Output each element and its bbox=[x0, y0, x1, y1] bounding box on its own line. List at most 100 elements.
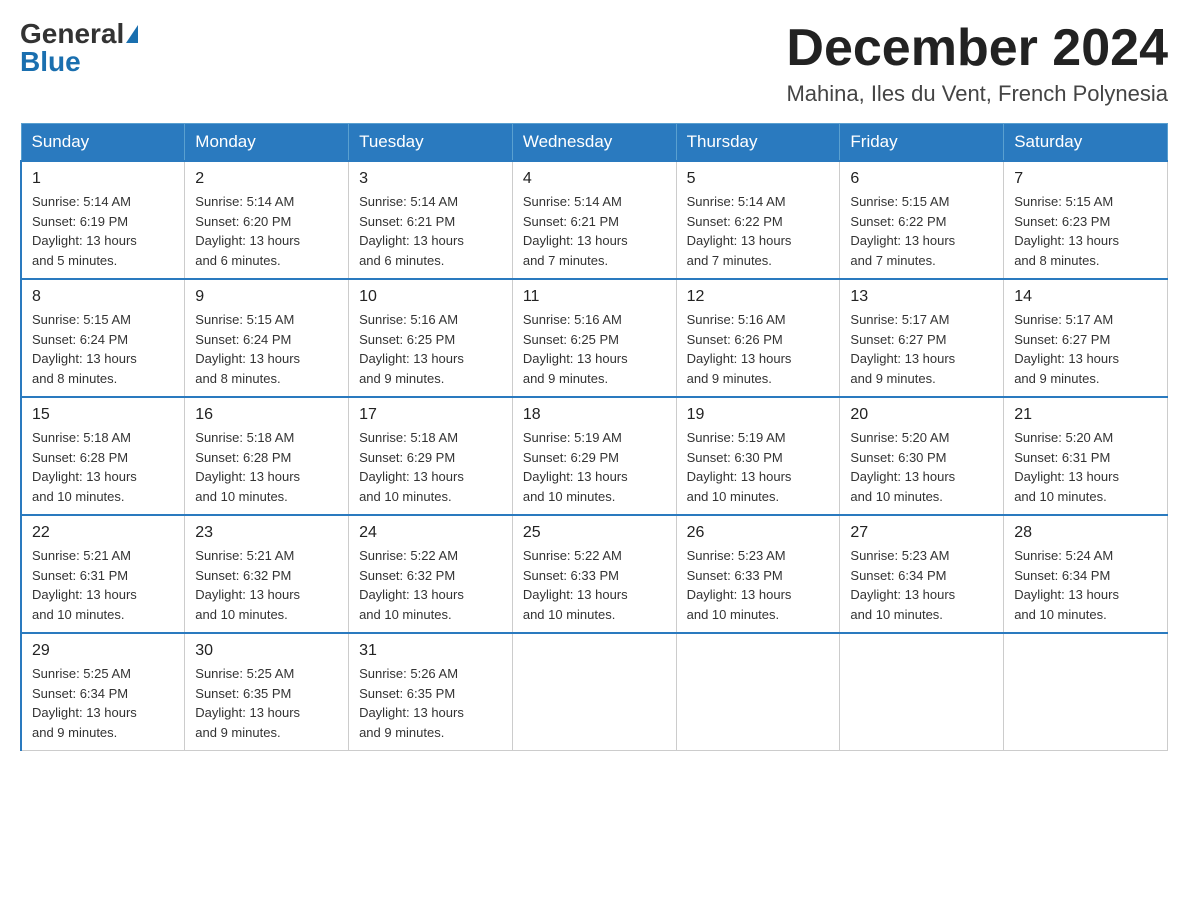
day-cell-26: 26Sunrise: 5:23 AMSunset: 6:33 PMDayligh… bbox=[676, 515, 840, 633]
day-cell-5: 5 Sunrise: 5:14 AMSunset: 6:22 PMDaylight… bbox=[676, 161, 840, 279]
day-cell-23: 23 Sunrise: 5:21 AMSunset: 6:32 PMDayligh… bbox=[185, 515, 349, 633]
weekday-header-row: SundayMondayTuesdayWednesdayThursdayFrid… bbox=[21, 124, 1168, 162]
day-cell-19: 19Sunrise: 5:19 AMSunset: 6:30 PMDayligh… bbox=[676, 397, 840, 515]
day-info: Sunrise: 5:25 AMSunset: 6:34 PMDaylight:… bbox=[32, 664, 174, 742]
day-cell-30: 30Sunrise: 5:25 AMSunset: 6:35 PMDayligh… bbox=[185, 633, 349, 751]
page-header: General Blue December 2024 Mahina, Iles … bbox=[20, 20, 1168, 107]
day-info: Sunrise: 5:14 AMSunset: 6:19 PMDaylight:… bbox=[32, 192, 174, 270]
day-info: Sunrise: 5:14 AMSunset: 6:21 PMDaylight:… bbox=[359, 192, 502, 270]
title-section: December 2024 Mahina, Iles du Vent, Fren… bbox=[786, 20, 1168, 107]
day-cell-14: 14 Sunrise: 5:17 AMSunset: 6:27 PMDayligh… bbox=[1004, 279, 1168, 397]
day-info: Sunrise: 5:16 AMSunset: 6:25 PMDaylight:… bbox=[523, 310, 666, 388]
calendar-table: SundayMondayTuesdayWednesdayThursdayFrid… bbox=[20, 123, 1168, 751]
day-info: Sunrise: 5:16 AMSunset: 6:26 PMDaylight:… bbox=[687, 310, 830, 388]
day-number: 4 bbox=[523, 170, 666, 188]
logo-general-text: General bbox=[20, 20, 124, 48]
empty-cell bbox=[840, 633, 1004, 751]
day-number: 13 bbox=[850, 288, 993, 306]
day-cell-31: 31 Sunrise: 5:26 AMSunset: 6:35 PMDayligh… bbox=[349, 633, 513, 751]
day-cell-25: 25 Sunrise: 5:22 AMSunset: 6:33 PMDayligh… bbox=[512, 515, 676, 633]
day-cell-28: 28Sunrise: 5:24 AMSunset: 6:34 PMDayligh… bbox=[1004, 515, 1168, 633]
day-cell-2: 2 Sunrise: 5:14 AMSunset: 6:20 PMDaylight… bbox=[185, 161, 349, 279]
day-info: Sunrise: 5:14 AMSunset: 6:22 PMDaylight:… bbox=[687, 192, 830, 270]
day-cell-24: 24 Sunrise: 5:22 AMSunset: 6:32 PMDayligh… bbox=[349, 515, 513, 633]
week-row-2: 8 Sunrise: 5:15 AMSunset: 6:24 PMDaylight… bbox=[21, 279, 1168, 397]
weekday-header-monday: Monday bbox=[185, 124, 349, 162]
month-title: December 2024 bbox=[786, 20, 1168, 77]
empty-cell bbox=[1004, 633, 1168, 751]
day-info: Sunrise: 5:22 AMSunset: 6:32 PMDaylight:… bbox=[359, 546, 502, 624]
day-cell-11: 11 Sunrise: 5:16 AMSunset: 6:25 PMDayligh… bbox=[512, 279, 676, 397]
day-number: 10 bbox=[359, 288, 502, 306]
logo: General Blue bbox=[20, 20, 138, 76]
day-number: 17 bbox=[359, 406, 502, 424]
week-row-1: 1 Sunrise: 5:14 AMSunset: 6:19 PMDaylight… bbox=[21, 161, 1168, 279]
day-cell-10: 10 Sunrise: 5:16 AMSunset: 6:25 PMDayligh… bbox=[349, 279, 513, 397]
day-info: Sunrise: 5:21 AMSunset: 6:31 PMDaylight:… bbox=[32, 546, 174, 624]
day-info: Sunrise: 5:15 AMSunset: 6:23 PMDaylight:… bbox=[1014, 192, 1157, 270]
day-cell-12: 12 Sunrise: 5:16 AMSunset: 6:26 PMDayligh… bbox=[676, 279, 840, 397]
day-number: 11 bbox=[523, 288, 666, 306]
day-info: Sunrise: 5:15 AMSunset: 6:24 PMDaylight:… bbox=[195, 310, 338, 388]
day-cell-27: 27Sunrise: 5:23 AMSunset: 6:34 PMDayligh… bbox=[840, 515, 1004, 633]
day-number: 14 bbox=[1014, 288, 1157, 306]
day-number: 12 bbox=[687, 288, 830, 306]
day-info: Sunrise: 5:17 AMSunset: 6:27 PMDaylight:… bbox=[1014, 310, 1157, 388]
day-info: Sunrise: 5:20 AMSunset: 6:30 PMDaylight:… bbox=[850, 428, 993, 506]
day-number: 19 bbox=[687, 406, 830, 424]
day-info: Sunrise: 5:14 AMSunset: 6:20 PMDaylight:… bbox=[195, 192, 338, 270]
day-cell-21: 21 Sunrise: 5:20 AMSunset: 6:31 PMDayligh… bbox=[1004, 397, 1168, 515]
logo-triangle-icon bbox=[126, 25, 138, 43]
day-info: Sunrise: 5:18 AMSunset: 6:28 PMDaylight:… bbox=[195, 428, 338, 506]
day-number: 3 bbox=[359, 170, 502, 188]
day-number: 20 bbox=[850, 406, 993, 424]
day-number: 18 bbox=[523, 406, 666, 424]
day-info: Sunrise: 5:26 AMSunset: 6:35 PMDaylight:… bbox=[359, 664, 502, 742]
weekday-header-sunday: Sunday bbox=[21, 124, 185, 162]
day-cell-3: 3 Sunrise: 5:14 AMSunset: 6:21 PMDaylight… bbox=[349, 161, 513, 279]
day-cell-8: 8 Sunrise: 5:15 AMSunset: 6:24 PMDaylight… bbox=[21, 279, 185, 397]
day-cell-1: 1 Sunrise: 5:14 AMSunset: 6:19 PMDaylight… bbox=[21, 161, 185, 279]
week-row-4: 22 Sunrise: 5:21 AMSunset: 6:31 PMDayligh… bbox=[21, 515, 1168, 633]
day-number: 23 bbox=[195, 524, 338, 542]
empty-cell bbox=[512, 633, 676, 751]
day-info: Sunrise: 5:14 AMSunset: 6:21 PMDaylight:… bbox=[523, 192, 666, 270]
day-info: Sunrise: 5:23 AMSunset: 6:34 PMDaylight:… bbox=[850, 546, 993, 624]
day-cell-22: 22 Sunrise: 5:21 AMSunset: 6:31 PMDayligh… bbox=[21, 515, 185, 633]
day-number: 22 bbox=[32, 524, 174, 542]
day-number: 24 bbox=[359, 524, 502, 542]
day-cell-7: 7 Sunrise: 5:15 AMSunset: 6:23 PMDaylight… bbox=[1004, 161, 1168, 279]
day-cell-13: 13 Sunrise: 5:17 AMSunset: 6:27 PMDayligh… bbox=[840, 279, 1004, 397]
day-info: Sunrise: 5:24 AMSunset: 6:34 PMDaylight:… bbox=[1014, 546, 1157, 624]
day-info: Sunrise: 5:19 AMSunset: 6:29 PMDaylight:… bbox=[523, 428, 666, 506]
week-row-5: 29Sunrise: 5:25 AMSunset: 6:34 PMDayligh… bbox=[21, 633, 1168, 751]
day-info: Sunrise: 5:16 AMSunset: 6:25 PMDaylight:… bbox=[359, 310, 502, 388]
day-cell-29: 29Sunrise: 5:25 AMSunset: 6:34 PMDayligh… bbox=[21, 633, 185, 751]
day-cell-20: 20 Sunrise: 5:20 AMSunset: 6:30 PMDayligh… bbox=[840, 397, 1004, 515]
day-info: Sunrise: 5:15 AMSunset: 6:22 PMDaylight:… bbox=[850, 192, 993, 270]
day-number: 9 bbox=[195, 288, 338, 306]
weekday-header-tuesday: Tuesday bbox=[349, 124, 513, 162]
logo-blue-text: Blue bbox=[20, 48, 81, 76]
day-info: Sunrise: 5:22 AMSunset: 6:33 PMDaylight:… bbox=[523, 546, 666, 624]
day-number: 8 bbox=[32, 288, 174, 306]
day-cell-6: 6Sunrise: 5:15 AMSunset: 6:22 PMDaylight… bbox=[840, 161, 1004, 279]
day-info: Sunrise: 5:17 AMSunset: 6:27 PMDaylight:… bbox=[850, 310, 993, 388]
day-number: 1 bbox=[32, 170, 174, 188]
day-number: 30 bbox=[195, 642, 338, 660]
day-info: Sunrise: 5:18 AMSunset: 6:28 PMDaylight:… bbox=[32, 428, 174, 506]
weekday-header-friday: Friday bbox=[840, 124, 1004, 162]
day-number: 31 bbox=[359, 642, 502, 660]
day-number: 21 bbox=[1014, 406, 1157, 424]
day-number: 5 bbox=[687, 170, 830, 188]
day-number: 26 bbox=[687, 524, 830, 542]
day-info: Sunrise: 5:21 AMSunset: 6:32 PMDaylight:… bbox=[195, 546, 338, 624]
weekday-header-wednesday: Wednesday bbox=[512, 124, 676, 162]
day-number: 25 bbox=[523, 524, 666, 542]
weekday-header-thursday: Thursday bbox=[676, 124, 840, 162]
day-info: Sunrise: 5:15 AMSunset: 6:24 PMDaylight:… bbox=[32, 310, 174, 388]
day-cell-18: 18 Sunrise: 5:19 AMSunset: 6:29 PMDayligh… bbox=[512, 397, 676, 515]
day-number: 7 bbox=[1014, 170, 1157, 188]
day-number: 2 bbox=[195, 170, 338, 188]
day-info: Sunrise: 5:20 AMSunset: 6:31 PMDaylight:… bbox=[1014, 428, 1157, 506]
